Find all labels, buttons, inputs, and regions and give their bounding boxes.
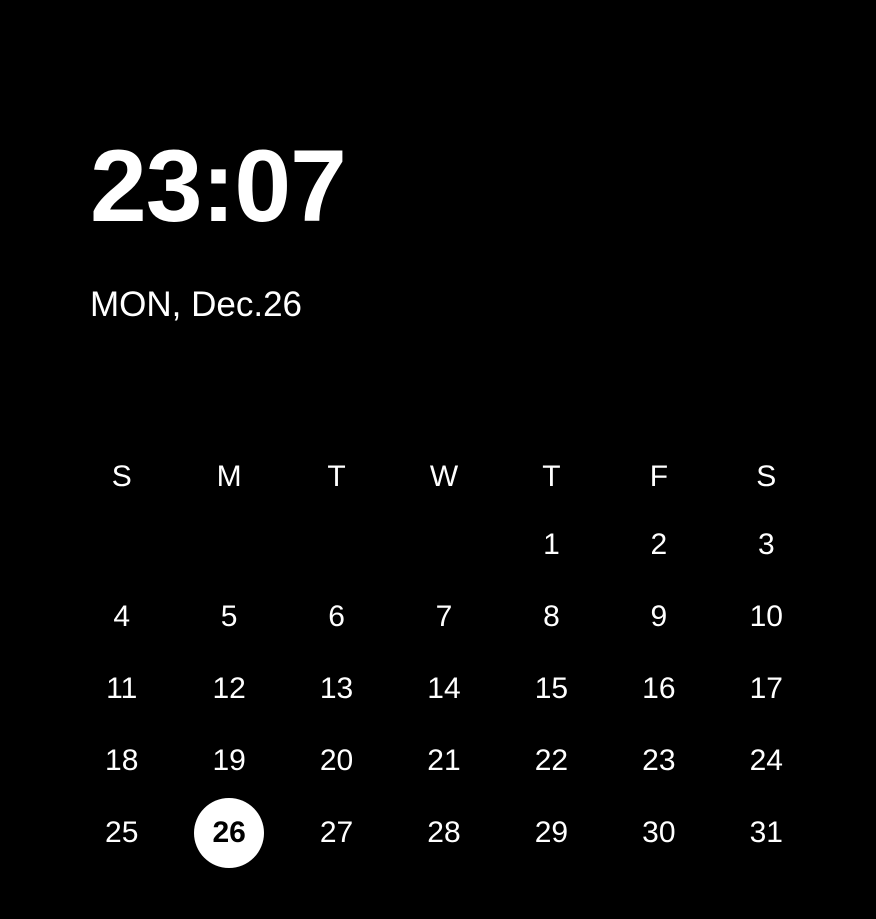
calendar-week-row: 18192021222324 [68, 725, 820, 797]
calendar-day[interactable]: 10 [713, 581, 820, 653]
calendar-day[interactable]: 11 [68, 653, 175, 725]
calendar-day[interactable]: 7 [390, 581, 497, 653]
weekday-header: F [605, 445, 712, 509]
clock-time: 23:07 [90, 135, 816, 237]
calendar-day[interactable]: 22 [498, 725, 605, 797]
calendar-day-empty [283, 509, 390, 581]
calendar-day[interactable]: 31 [713, 797, 820, 869]
calendar-week-row: 11121314151617 [68, 653, 820, 725]
calendar-week-row: 45678910 [68, 581, 820, 653]
calendar-day[interactable]: 21 [390, 725, 497, 797]
calendar-day[interactable]: 8 [498, 581, 605, 653]
calendar-day[interactable]: 25 [68, 797, 175, 869]
calendar-day[interactable]: 3 [713, 509, 820, 581]
calendar-day[interactable]: 17 [713, 653, 820, 725]
calendar-day-today[interactable]: 26 [175, 797, 282, 869]
calendar-week-row: 25262728293031 [68, 797, 820, 869]
calendar-day[interactable]: 1 [498, 509, 605, 581]
weekday-header: M [175, 445, 282, 509]
weekday-header-row: S M T W T F S [68, 445, 820, 509]
weekday-header: W [390, 445, 497, 509]
calendar-day[interactable]: 18 [68, 725, 175, 797]
calendar-day[interactable]: 12 [175, 653, 282, 725]
calendar-day[interactable]: 20 [283, 725, 390, 797]
calendar-day[interactable]: 27 [283, 797, 390, 869]
calendar-day[interactable]: 9 [605, 581, 712, 653]
calendar-day[interactable]: 5 [175, 581, 282, 653]
weekday-header: T [283, 445, 390, 509]
calendar-grid: S M T W T F S 12345678910111213141516171… [68, 445, 816, 869]
weekday-header: S [713, 445, 820, 509]
calendar-day[interactable]: 23 [605, 725, 712, 797]
calendar-day[interactable]: 15 [498, 653, 605, 725]
calendar-day[interactable]: 2 [605, 509, 712, 581]
calendar-day[interactable]: 4 [68, 581, 175, 653]
calendar-day[interactable]: 14 [390, 653, 497, 725]
calendar-day[interactable]: 19 [175, 725, 282, 797]
calendar-week-row: 123 [68, 509, 820, 581]
weekday-header: S [68, 445, 175, 509]
calendar-day-empty [175, 509, 282, 581]
calendar-day[interactable]: 6 [283, 581, 390, 653]
calendar-day[interactable]: 28 [390, 797, 497, 869]
calendar-day[interactable]: 30 [605, 797, 712, 869]
calendar-day-empty [68, 509, 175, 581]
calendar-day[interactable]: 24 [713, 725, 820, 797]
calendar-day[interactable]: 16 [605, 653, 712, 725]
weekday-header: T [498, 445, 605, 509]
widget-container: 23:07 MON, Dec.26 S M T W T F S 12345678… [0, 0, 876, 869]
calendar-day[interactable]: 29 [498, 797, 605, 869]
clock-date: MON, Dec.26 [90, 285, 816, 325]
calendar-day-empty [390, 509, 497, 581]
calendar-day[interactable]: 13 [283, 653, 390, 725]
